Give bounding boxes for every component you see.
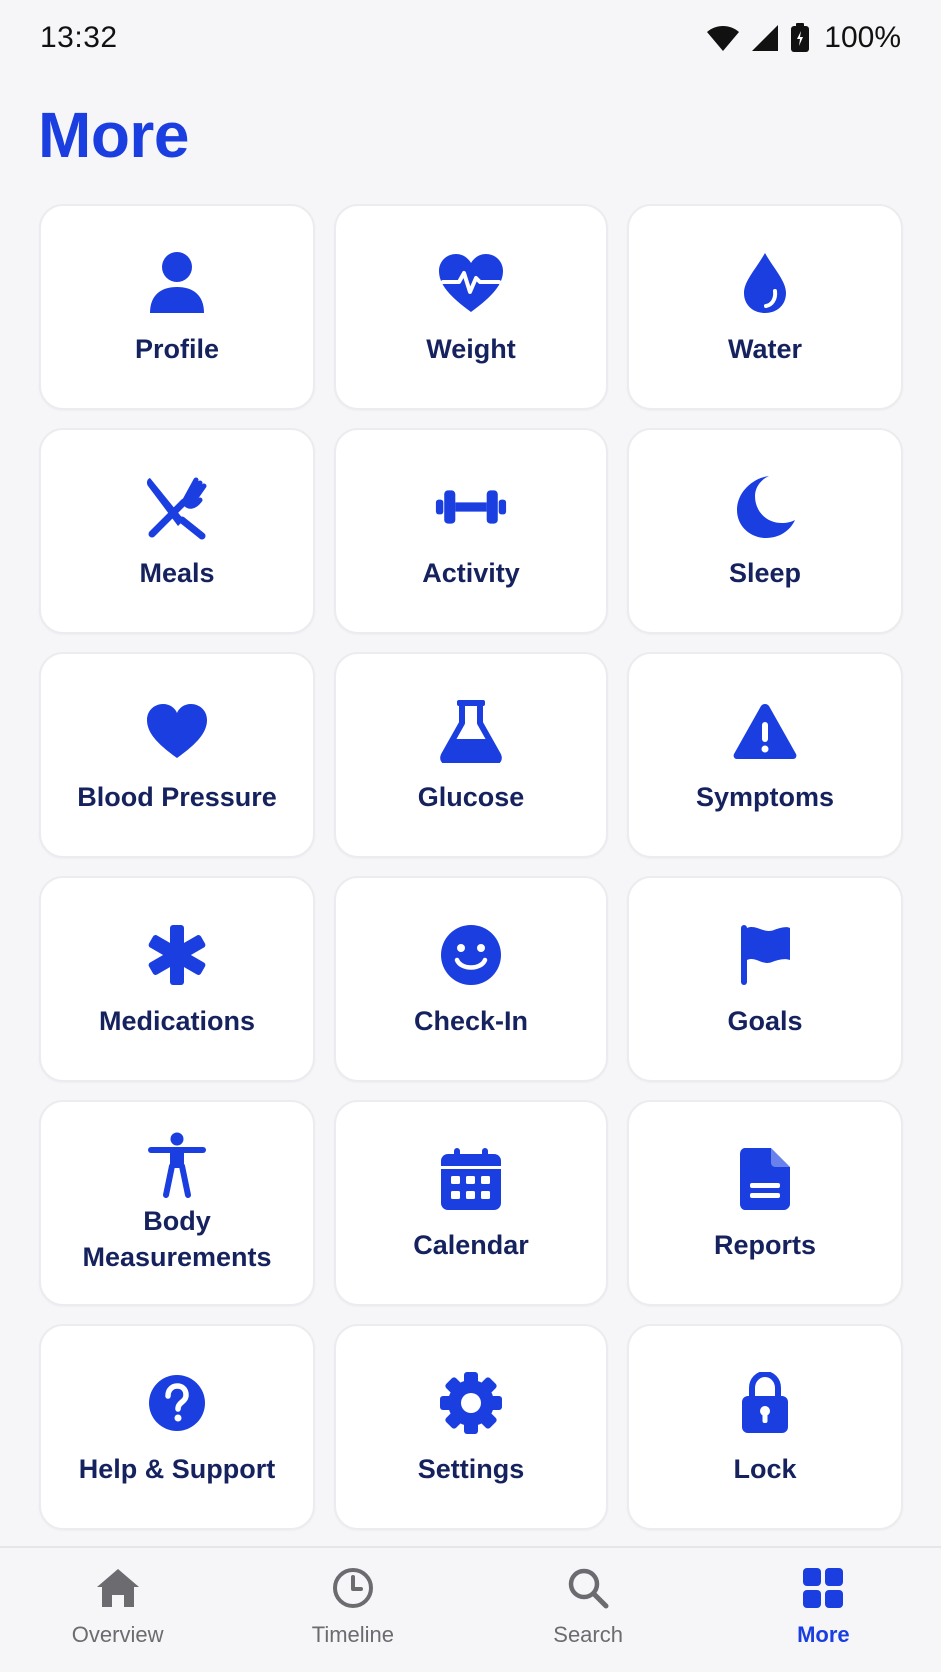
tab-timeline[interactable]: Timeline — [235, 1548, 470, 1672]
home-icon — [94, 1564, 142, 1612]
lock-icon — [729, 1367, 801, 1439]
tab-label: Timeline — [311, 1622, 395, 1647]
tile-label: Lock — [733, 1454, 797, 1484]
tile-label: Reports — [713, 1230, 816, 1260]
feature-grid: Profile Weight Water Meals Activity Slee… — [39, 204, 903, 1530]
tile-reports[interactable]: Reports — [627, 1100, 903, 1306]
tab-label: More — [797, 1622, 850, 1647]
heart-pulse-icon — [435, 247, 507, 319]
smiley-icon — [435, 919, 507, 991]
more-screen: 13:32 100% More Profile Weight Water Mea… — [0, 0, 941, 1672]
tile-sleep[interactable]: Sleep — [627, 428, 903, 634]
tile-body-measurements[interactable]: Body Measurements — [39, 1100, 315, 1306]
cell-signal-icon — [750, 24, 780, 52]
tile-label: Calendar — [413, 1230, 529, 1260]
tile-check-in[interactable]: Check-In — [334, 876, 608, 1082]
water-drop-icon — [729, 247, 801, 319]
clock-icon — [329, 1564, 377, 1612]
search-icon — [564, 1564, 612, 1612]
tile-water[interactable]: Water — [627, 204, 903, 410]
tile-label: Body Measurements — [82, 1206, 272, 1272]
flask-icon — [435, 695, 507, 767]
person-icon — [141, 247, 213, 319]
flag-icon — [729, 919, 801, 991]
document-icon — [729, 1143, 801, 1215]
tab-more[interactable]: More — [706, 1548, 941, 1672]
tab-search[interactable]: Search — [471, 1548, 706, 1672]
moon-icon — [729, 471, 801, 543]
battery-icon — [790, 23, 810, 53]
tile-calendar[interactable]: Calendar — [334, 1100, 608, 1306]
calendar-icon — [435, 1143, 507, 1215]
tile-profile[interactable]: Profile — [39, 204, 315, 410]
tab-overview[interactable]: Overview — [0, 1548, 235, 1672]
body-icon — [141, 1131, 213, 1199]
tile-label: Meals — [139, 558, 215, 588]
status-time: 13:32 — [40, 21, 118, 54]
status-bar: 13:32 100% — [0, 0, 941, 76]
tile-label: Weight — [426, 334, 516, 364]
warning-icon — [729, 695, 801, 767]
heart-icon — [141, 695, 213, 767]
tile-label: Glucose — [417, 782, 525, 812]
fork-knife-icon — [141, 471, 213, 543]
tile-label: Profile — [134, 334, 220, 364]
tile-label: Activity — [422, 558, 520, 588]
tile-activity[interactable]: Activity — [334, 428, 608, 634]
battery-percent: 100% — [824, 21, 901, 54]
tile-goals[interactable]: Goals — [627, 876, 903, 1082]
tile-symptoms[interactable]: Symptoms — [627, 652, 903, 858]
tile-help-support[interactable]: Help & Support — [39, 1324, 315, 1530]
wifi-icon — [706, 24, 740, 52]
gear-icon — [435, 1367, 507, 1439]
tile-weight[interactable]: Weight — [334, 204, 608, 410]
tile-glucose[interactable]: Glucose — [334, 652, 608, 858]
tab-label: Search — [553, 1622, 623, 1647]
tile-label: Sleep — [728, 558, 802, 588]
grid-icon — [799, 1564, 847, 1612]
tile-medications[interactable]: Medications — [39, 876, 315, 1082]
tile-label: Water — [727, 334, 802, 364]
tile-label: Help & Support — [78, 1454, 276, 1484]
tab-label: Overview — [71, 1622, 164, 1647]
dumbbell-icon — [435, 471, 507, 543]
tile-meals[interactable]: Meals — [39, 428, 315, 634]
help-icon — [141, 1367, 213, 1439]
tile-label: Check-In — [413, 1006, 529, 1036]
tile-label: Symptoms — [695, 782, 835, 812]
tile-label: Blood Pressure — [77, 782, 277, 812]
tile-label: Goals — [727, 1006, 803, 1036]
page-title: More — [38, 99, 189, 171]
status-icons: 100% — [706, 21, 901, 55]
tile-blood-pressure[interactable]: Blood Pressure — [39, 652, 315, 858]
asterisk-icon — [141, 919, 213, 991]
bottom-tab-bar: Overview Timeline Search More — [0, 1546, 941, 1672]
tile-label: Settings — [417, 1454, 525, 1484]
tile-lock[interactable]: Lock — [627, 1324, 903, 1530]
tile-label: Medications — [98, 1006, 256, 1036]
tile-settings[interactable]: Settings — [334, 1324, 608, 1530]
